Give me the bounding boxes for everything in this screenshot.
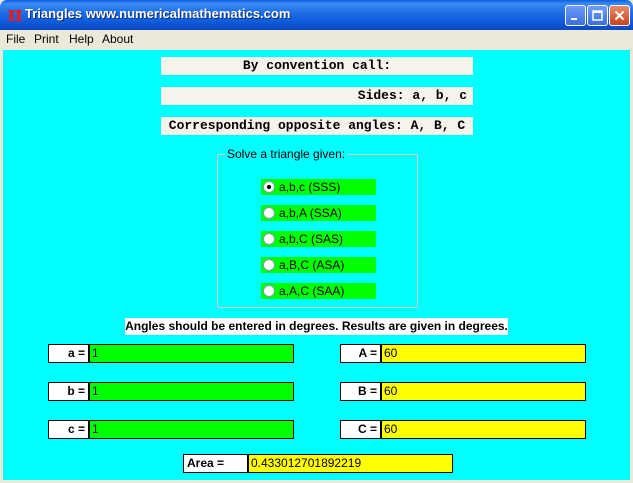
minimize-button[interactable] xyxy=(565,5,586,26)
radio-ssa[interactable]: a,b,A (SSA) xyxy=(261,205,376,221)
degrees-note: Angles should be entered in degrees. Res… xyxy=(125,318,508,335)
radio-sas-label[interactable]: a,b,C (SAS) xyxy=(279,231,343,247)
angles-note: Corresponding opposite angles: A, B, C xyxy=(161,117,473,135)
radio-sas[interactable]: a,b,C (SAS) xyxy=(261,231,376,247)
angle-b-input[interactable]: 60 xyxy=(381,382,586,401)
radio-button-icon[interactable] xyxy=(263,207,275,219)
close-icon xyxy=(614,10,625,21)
radio-asa-label[interactable]: a,B,C (ASA) xyxy=(279,257,344,273)
client-area: By convention call: Sides: a, b, c Corre… xyxy=(3,50,630,480)
radio-saa[interactable]: a,A,C (SAA) xyxy=(261,283,376,299)
radio-ssa-label[interactable]: a,b,A (SSA) xyxy=(279,205,342,221)
maximize-button[interactable] xyxy=(587,5,608,26)
pi-app-icon[interactable]: π xyxy=(5,3,25,25)
side-c-label: c = xyxy=(48,420,89,439)
area-output[interactable]: 0.433012701892219 xyxy=(248,454,453,473)
angle-b-label: B = xyxy=(340,382,381,401)
angle-c-label: C = xyxy=(340,420,381,439)
maximize-icon xyxy=(592,10,603,21)
close-button[interactable] xyxy=(609,5,630,26)
minimize-icon xyxy=(571,18,577,20)
menu-about[interactable]: About xyxy=(102,32,133,47)
radio-asa[interactable]: a,B,C (ASA) xyxy=(261,257,376,273)
solve-options-group: Solve a triangle given: a,b,c (SSS) a,b,… xyxy=(217,147,418,308)
convention-note: By convention call: xyxy=(161,57,473,75)
radio-button-icon[interactable] xyxy=(263,233,275,245)
area-label: Area = xyxy=(183,454,248,473)
angle-a-label: A = xyxy=(340,344,381,363)
angle-c-input[interactable]: 60 xyxy=(381,420,586,439)
menu-bar: File Print Help About xyxy=(0,30,633,49)
radio-button-checked-icon[interactable] xyxy=(263,181,275,193)
menu-print[interactable]: Print xyxy=(34,32,59,47)
radio-sss-label[interactable]: a,b,c (SSS) xyxy=(279,179,340,195)
solve-group-legend: Solve a triangle given: xyxy=(225,147,348,162)
radio-saa-label[interactable]: a,A,C (SAA) xyxy=(279,283,344,299)
side-b-input[interactable]: 1 xyxy=(89,382,294,401)
angle-a-input[interactable]: 60 xyxy=(381,344,586,363)
window-title: Triangles www.numericalmathematics.com xyxy=(25,6,291,21)
side-a-label: a = xyxy=(48,344,89,363)
menu-help[interactable]: Help xyxy=(69,32,94,47)
radio-sss[interactable]: a,b,c (SSS) xyxy=(261,179,376,195)
side-c-input[interactable]: 1 xyxy=(89,420,294,439)
radio-button-icon[interactable] xyxy=(263,259,275,271)
side-a-input[interactable]: 1 xyxy=(89,344,294,363)
sides-note: Sides: a, b, c xyxy=(161,87,473,105)
side-b-label: b = xyxy=(48,382,89,401)
menu-file[interactable]: File xyxy=(6,32,25,47)
radio-button-icon[interactable] xyxy=(263,285,275,297)
title-bar[interactable]: π Triangles www.numericalmathematics.com xyxy=(0,0,633,30)
